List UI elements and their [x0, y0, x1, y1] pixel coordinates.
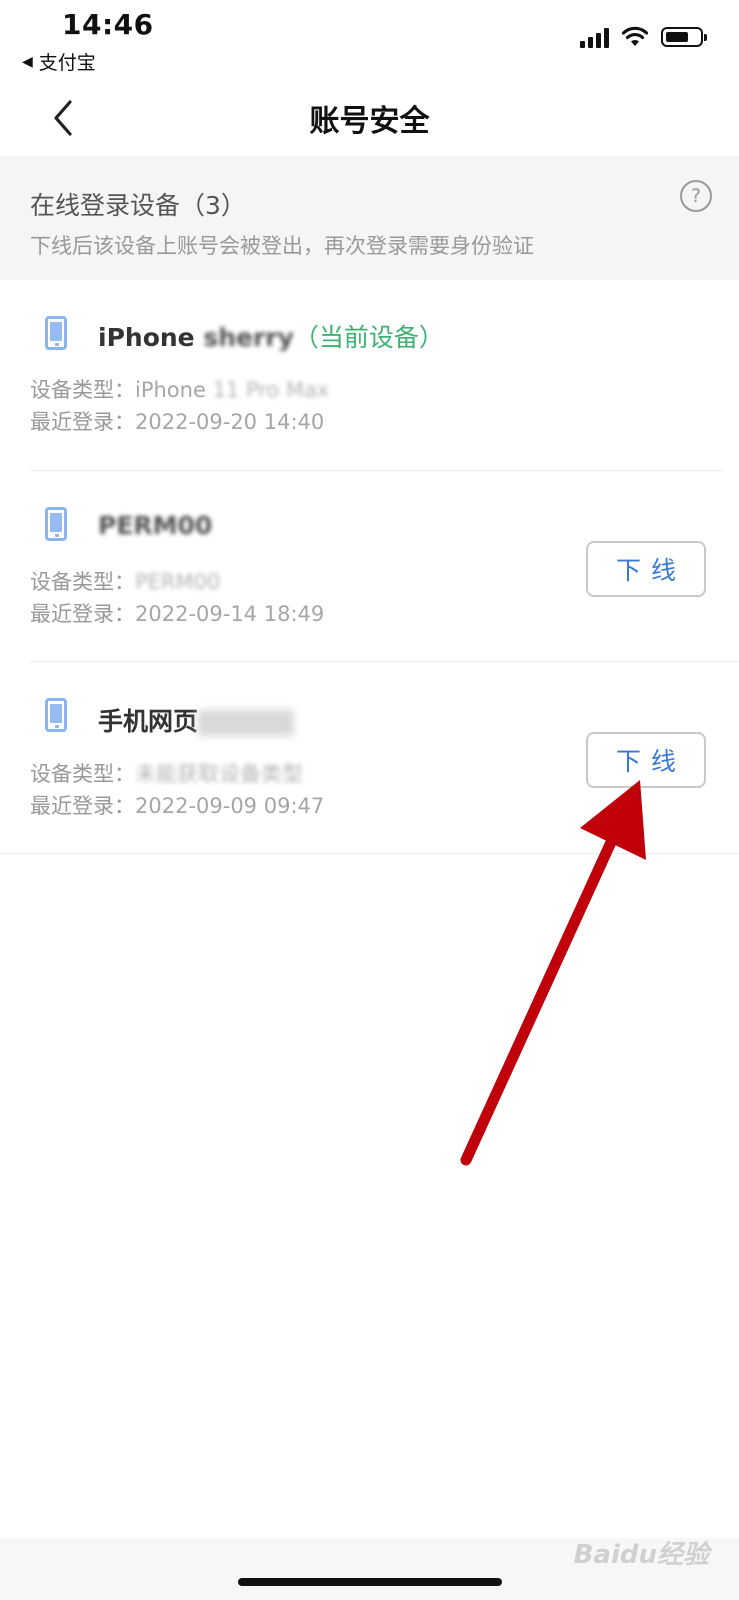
back-triangle-icon: ◀	[22, 53, 33, 70]
offline-button[interactable]: 下线	[586, 732, 706, 788]
home-indicator[interactable]	[238, 1578, 502, 1586]
status-bar: 14:46 ◀ 支付宝	[0, 0, 739, 80]
device-item-mobile-web: 手机网页 设备类型：未能获取设备类型 最近登录：2022-09-09 09:47…	[0, 662, 739, 852]
last-login-row: 最近登录：2022-09-20 14:40	[30, 410, 325, 434]
offline-button[interactable]: 下线	[586, 541, 706, 597]
device-item-current: iPhone sherry（当前设备） 设备类型：iPhone 11 Pro M…	[0, 280, 739, 470]
arrow-shaft	[460, 834, 618, 1166]
phone-icon	[45, 507, 67, 541]
last-login-row: 最近登录：2022-09-14 18:49	[30, 602, 325, 626]
online-devices-title: 在线登录设备（3）	[30, 191, 246, 220]
divider	[0, 853, 739, 854]
online-devices-subtitle: 下线后该设备上账号会被登出，再次登录需要身份验证	[30, 234, 534, 258]
phone-icon	[45, 316, 67, 350]
phone-icon	[45, 698, 67, 732]
current-device-tag: （当前设备）	[293, 323, 444, 352]
watermark: Baidu经验	[573, 1540, 709, 1570]
device-type-row: 设备类型：iPhone 11 Pro Max	[30, 378, 330, 402]
last-login-row: 最近登录：2022-09-09 09:47	[30, 794, 325, 818]
question-circle-icon[interactable]: ?	[680, 180, 712, 212]
device-name: 手机网页	[98, 702, 295, 738]
system-icons	[580, 26, 707, 48]
device-type-row: 设备类型：PERM00	[30, 570, 221, 594]
device-type-row: 设备类型：未能获取设备类型	[30, 762, 303, 786]
device-item-perm00: PERM00 设备类型：PERM00 最近登录：2022-09-14 18:49…	[0, 471, 739, 661]
online-devices-notice: 在线登录设备（3） 下线后该设备上账号会被登出，再次登录需要身份验证	[0, 156, 739, 280]
device-name: PERM00	[98, 511, 213, 540]
back-app-label: 支付宝	[38, 52, 96, 74]
cellular-signal-icon	[580, 26, 609, 48]
redacted-block	[198, 710, 295, 736]
device-name: iPhone sherry（当前设备）	[98, 323, 444, 352]
page-title: 账号安全	[309, 104, 430, 139]
nav-bar: 账号安全	[0, 80, 739, 156]
back-to-app-link[interactable]: ◀ 支付宝	[22, 48, 96, 75]
wifi-icon	[621, 26, 649, 46]
status-time: 14:46	[62, 8, 154, 41]
battery-icon	[661, 27, 707, 47]
